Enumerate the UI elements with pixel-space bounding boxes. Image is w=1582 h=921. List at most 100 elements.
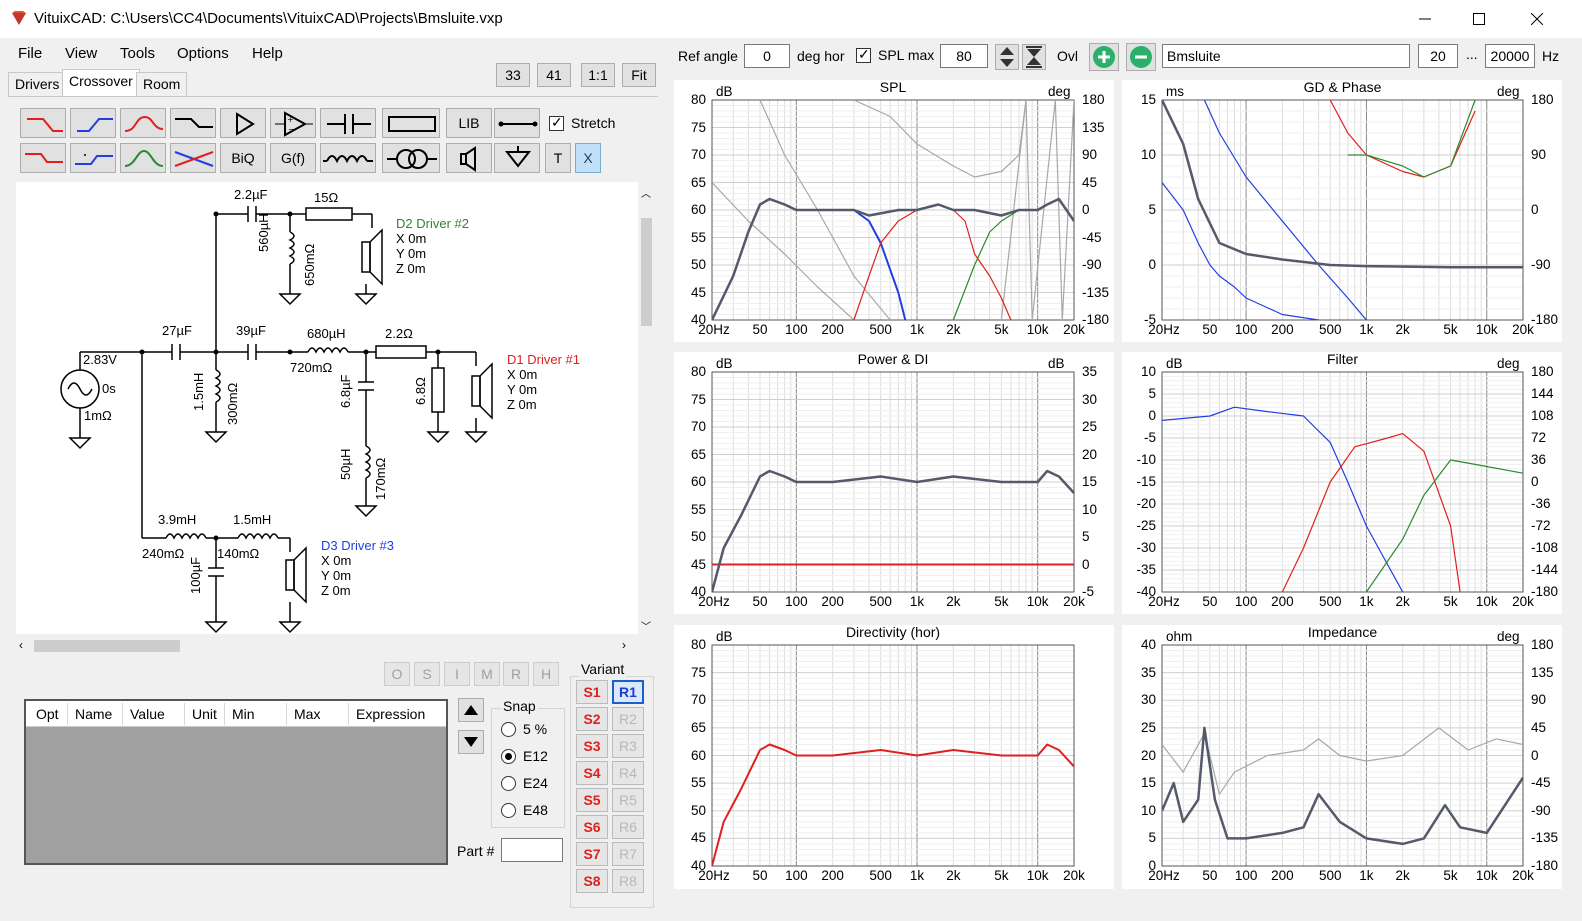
- bandstop-tool-button[interactable]: [120, 108, 166, 138]
- driver-2-name[interactable]: D2 Driver #2: [396, 216, 469, 231]
- biquad-tool-button[interactable]: BiQ: [220, 143, 266, 173]
- highpass-tool-button[interactable]: [70, 108, 116, 138]
- freq-high-input[interactable]: 20000: [1485, 44, 1535, 68]
- spl-autoscale-button[interactable]: [1022, 44, 1046, 70]
- horizontal-scroll-thumb[interactable]: [34, 640, 180, 652]
- menu-help[interactable]: Help: [252, 45, 283, 62]
- snap-5pct-radio[interactable]: [501, 722, 516, 737]
- transformer-tool-button[interactable]: [382, 143, 440, 173]
- scroll-up-icon[interactable]: ︿: [641, 185, 651, 200]
- scroll-left-icon[interactable]: ‹: [19, 638, 23, 652]
- snap-e24-radio[interactable]: [501, 776, 516, 791]
- variant-s4-button[interactable]: S4: [576, 761, 608, 785]
- snap-e12-radio[interactable]: [501, 749, 516, 764]
- freq-low-input[interactable]: 20: [1418, 44, 1458, 68]
- col-name[interactable]: Name: [75, 706, 112, 722]
- inductor-tool-button[interactable]: [320, 143, 376, 173]
- variant-r5-button[interactable]: R5: [612, 788, 644, 812]
- buffer-tool-button[interactable]: [220, 108, 266, 138]
- col-max[interactable]: Max: [294, 706, 320, 722]
- allpass-tool-button[interactable]: [170, 143, 216, 173]
- col-min[interactable]: Min: [232, 706, 255, 722]
- opt-r-button[interactable]: R: [503, 662, 529, 686]
- text-tool-button[interactable]: T: [545, 143, 571, 173]
- variant-s7-button[interactable]: S7: [576, 842, 608, 866]
- capacitor-tool-button[interactable]: [320, 108, 376, 138]
- imp-graph-panel[interactable]: [1122, 625, 1562, 889]
- filter-graph-panel[interactable]: [1122, 352, 1562, 614]
- wire-tool-button[interactable]: [494, 108, 540, 138]
- highpass2-tool-button[interactable]: [70, 143, 116, 173]
- zoom-41-button[interactable]: 41: [537, 63, 571, 87]
- schematic-horizontal-scrollbar[interactable]: ‹ ›: [16, 637, 638, 655]
- col-value[interactable]: Value: [130, 706, 165, 722]
- spl-graph-panel[interactable]: [674, 80, 1114, 342]
- overlay-add-button[interactable]: [1089, 43, 1119, 71]
- variant-s2-button[interactable]: S2: [576, 707, 608, 731]
- spl-max-checkbox[interactable]: [856, 46, 871, 63]
- variant-r6-button[interactable]: R6: [612, 815, 644, 839]
- tab-crossover[interactable]: Crossover: [62, 69, 140, 97]
- scroll-down-icon[interactable]: ﹀: [641, 618, 651, 633]
- driver-3-name[interactable]: D3 Driver #3: [321, 538, 394, 553]
- stretch-checkbox[interactable]: [549, 114, 564, 131]
- ground-tool-button[interactable]: [494, 143, 540, 173]
- menu-view[interactable]: View: [65, 45, 97, 62]
- close-button[interactable]: [1510, 0, 1564, 38]
- variant-s1-button[interactable]: S1: [576, 680, 608, 704]
- variant-r2-button[interactable]: R2: [612, 707, 644, 731]
- overlay-name-input[interactable]: Bmsluite: [1162, 44, 1410, 68]
- variant-r3-button[interactable]: R3: [612, 734, 644, 758]
- snap-e48-radio[interactable]: [501, 803, 516, 818]
- transfer-function-tool-button[interactable]: G(f): [270, 143, 316, 173]
- variant-s8-button[interactable]: S8: [576, 869, 608, 893]
- part-number-input[interactable]: [501, 838, 563, 862]
- dir-graph-panel[interactable]: [674, 625, 1114, 889]
- resistor-tool-button[interactable]: [382, 108, 440, 138]
- variant-r8-button[interactable]: R8: [612, 869, 644, 893]
- variant-r1-button[interactable]: R1: [612, 680, 644, 704]
- ref-angle-input[interactable]: 0: [744, 44, 790, 68]
- variant-s6-button[interactable]: S6: [576, 815, 608, 839]
- maximize-button[interactable]: [1452, 0, 1506, 38]
- bandpass-tool-button[interactable]: [120, 143, 166, 173]
- variant-s5-button[interactable]: S5: [576, 788, 608, 812]
- driver-1-name[interactable]: D1 Driver #1: [507, 352, 580, 367]
- vertical-scroll-thumb[interactable]: [641, 218, 652, 326]
- menu-options[interactable]: Options: [177, 45, 229, 62]
- zoom-1to1-button[interactable]: 1:1: [581, 63, 615, 87]
- tab-room[interactable]: Room: [136, 72, 188, 96]
- menu-tools[interactable]: Tools: [120, 45, 155, 62]
- overlay-remove-button[interactable]: [1126, 43, 1156, 71]
- menu-file[interactable]: File: [18, 45, 42, 62]
- opt-s-button[interactable]: S: [414, 662, 440, 686]
- driver-tool-button[interactable]: [446, 143, 492, 173]
- opt-m-button[interactable]: M: [474, 662, 500, 686]
- spl-spin-button[interactable]: [995, 44, 1019, 70]
- opt-h-button[interactable]: H: [533, 662, 559, 686]
- move-down-button[interactable]: [458, 730, 484, 754]
- optimizer-parameter-table[interactable]: Opt Name Value Unit Min Max Expression: [24, 699, 448, 865]
- col-expression[interactable]: Expression: [356, 706, 425, 722]
- variant-s3-button[interactable]: S3: [576, 734, 608, 758]
- lowpass2-tool-button[interactable]: [20, 143, 66, 173]
- variant-r7-button[interactable]: R7: [612, 842, 644, 866]
- col-unit[interactable]: Unit: [192, 706, 217, 722]
- library-tool-button[interactable]: LIB: [446, 108, 492, 138]
- gd-graph-panel[interactable]: [1122, 80, 1562, 342]
- minimize-button[interactable]: [1398, 0, 1452, 38]
- lowpass-tool-button[interactable]: [20, 108, 66, 138]
- opamp-tool-button[interactable]: + −: [270, 108, 316, 138]
- variant-r4-button[interactable]: R4: [612, 761, 644, 785]
- shelf-tool-button[interactable]: [170, 108, 216, 138]
- spl-max-input[interactable]: 80: [940, 44, 988, 68]
- schematic-vertical-scrollbar[interactable]: ︿ ﹀: [638, 182, 655, 634]
- opt-o-button[interactable]: O: [384, 662, 410, 686]
- zoom-fit-button[interactable]: Fit: [622, 63, 656, 87]
- delete-tool-button[interactable]: X: [575, 143, 601, 173]
- tab-drivers[interactable]: Drivers: [8, 72, 67, 96]
- move-up-button[interactable]: [458, 698, 484, 722]
- col-opt[interactable]: Opt: [36, 706, 59, 722]
- zoom-33-button[interactable]: 33: [496, 63, 530, 87]
- scroll-right-icon[interactable]: ›: [622, 638, 626, 652]
